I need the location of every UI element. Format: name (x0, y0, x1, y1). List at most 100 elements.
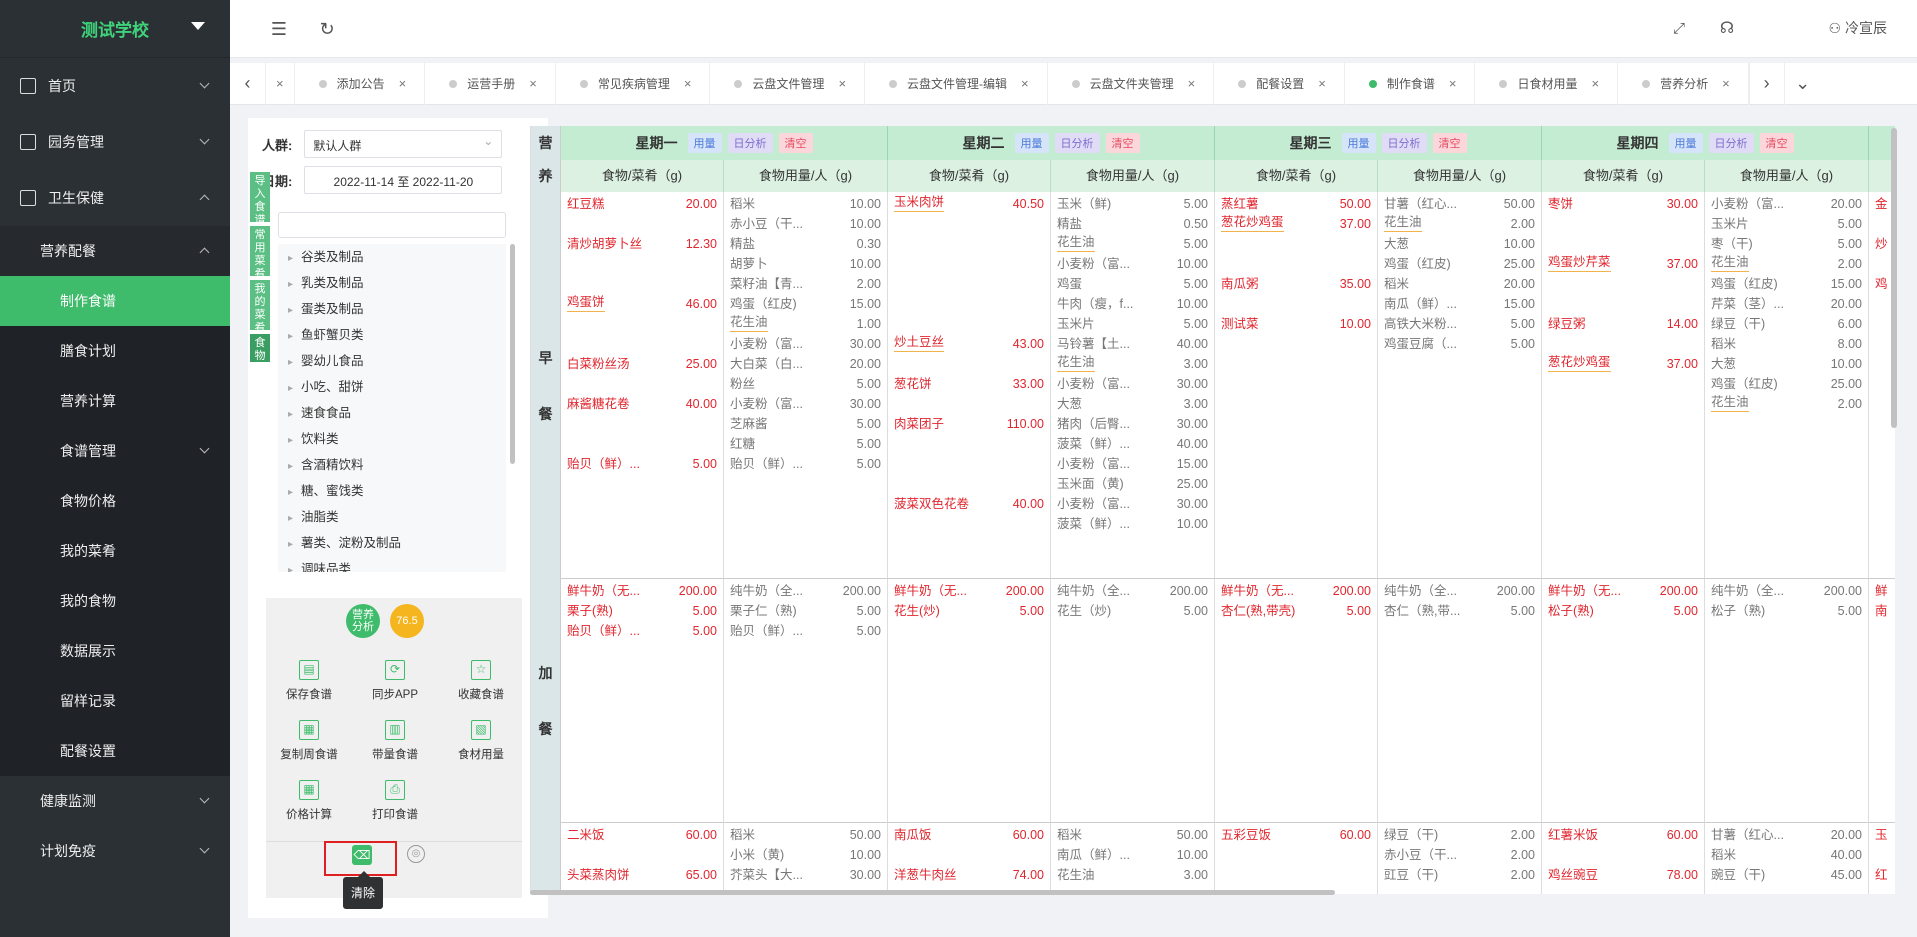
food-line[interactable]: 白菜粉丝汤 25.00 (561, 354, 723, 374)
category-item[interactable]: 含酒精饮料 (278, 452, 506, 478)
food-line[interactable]: 花生油 2.00 (1705, 254, 1868, 274)
sidebar-item-12[interactable]: 留样记录 (0, 676, 230, 726)
close-icon[interactable]: × (1318, 76, 1326, 91)
tab-6[interactable]: 配餐设置 × (1214, 62, 1345, 105)
food-line[interactable]: 花生(炒) 5.00 (888, 601, 1050, 621)
category-item[interactable]: 调味品类 (278, 556, 506, 572)
food-line[interactable]: 鲜牛奶（无... 200.00 (888, 581, 1050, 601)
menu-fold-icon[interactable]: ☰ (270, 20, 288, 38)
sidebar-item-4[interactable]: 制作食谱 (0, 276, 230, 326)
food-line[interactable]: 花生油 2.00 (1378, 214, 1541, 234)
food-line[interactable]: 牛肉（瘦，f... 10.00 (1051, 294, 1214, 314)
action-3[interactable]: ▦ 复制周食谱 (269, 720, 349, 762)
food-line[interactable]: 贻贝（鲜）... 5.00 (724, 621, 887, 641)
food-line[interactable]: 赤小豆（干... 2.00 (1378, 845, 1541, 865)
food-line[interactable]: 纯牛奶（全... 200.00 (1051, 581, 1214, 601)
usage-button[interactable]: 用量 (1014, 133, 1049, 153)
food-line[interactable]: 鲜牛奶（无... 200.00 (561, 581, 723, 601)
food-line[interactable]: 小麦粉（富... 30.00 (1051, 374, 1214, 394)
caret-down-icon[interactable] (191, 22, 205, 30)
food-line[interactable]: 葱花炒鸡蛋 37.00 (1542, 354, 1704, 374)
food-line[interactable]: 栗子(熟) 5.00 (561, 601, 723, 621)
sidebar-item-6[interactable]: 营养计算 (0, 376, 230, 426)
food-line[interactable]: 小麦粉（富... 30.00 (724, 394, 887, 414)
food-line[interactable]: 贻贝（鲜）... 5.00 (561, 454, 723, 474)
food-line[interactable]: 胡萝卜 10.00 (724, 254, 887, 274)
food-line[interactable]: 小麦粉（富... 10.00 (1051, 254, 1214, 274)
close-icon[interactable]: × (1188, 76, 1196, 91)
food-line[interactable]: 纯牛奶（全... 200.00 (1705, 581, 1868, 601)
action-1[interactable]: ⟳ 同步APP (355, 660, 435, 702)
food-line[interactable]: 赤小豆（干... 10.00 (724, 214, 887, 234)
food-line[interactable]: 稻米 8.00 (1705, 334, 1868, 354)
vertical-tab-2[interactable]: 我的菜肴 (250, 280, 270, 334)
tab-hidden-close[interactable]: × (266, 62, 295, 105)
food-line[interactable]: 鸡蛋（红皮) 25.00 (1378, 254, 1541, 274)
tab-7[interactable]: 制作食谱 × (1345, 62, 1476, 105)
food-line[interactable]: 大白菜（白... 20.00 (724, 354, 887, 374)
tab-scroll-left-icon[interactable]: ‹ (230, 62, 266, 105)
food-line[interactable]: 鸡蛋饼 46.00 (561, 294, 723, 314)
usage-button[interactable]: 用量 (1668, 133, 1703, 153)
close-icon[interactable]: × (1722, 76, 1730, 91)
food-line[interactable]: 小麦粉（富... 20.00 (1705, 194, 1868, 214)
food-line[interactable]: 鸡蛋豆腐（... 5.00 (1378, 334, 1541, 354)
food-line[interactable]: 精盐 0.30 (724, 234, 887, 254)
close-icon[interactable]: × (1021, 76, 1029, 91)
food-line[interactable]: 花生油 3.00 (1051, 865, 1214, 885)
sidebar-item-13[interactable]: 配餐设置 (0, 726, 230, 776)
sidebar-item-8[interactable]: 食物价格 (0, 476, 230, 526)
food-line[interactable]: 玉米片 5.00 (1051, 314, 1214, 334)
clear-day-button[interactable]: 清空 (1105, 133, 1140, 153)
sidebar-item-10[interactable]: 我的食物 (0, 576, 230, 626)
food-line[interactable]: 测试菜 10.00 (1215, 314, 1377, 334)
food-line[interactable]: 绿豆粥 14.00 (1542, 314, 1704, 334)
food-line[interactable]: 枣饼 30.00 (1542, 194, 1704, 214)
sidebar-item-3[interactable]: 营养配餐 (0, 226, 230, 276)
food-line[interactable]: 南瓜（鲜）... 10.00 (1051, 845, 1214, 865)
close-icon[interactable]: × (276, 76, 284, 91)
food-line[interactable]: 鸡蛋（红皮) 15.00 (724, 294, 887, 314)
food-line[interactable]: 杏仁(熟,带壳) 5.00 (1215, 601, 1377, 621)
action-2[interactable]: ☆ 收藏食谱 (441, 660, 521, 702)
category-item[interactable]: 油脂类 (278, 504, 506, 530)
tab-dropdown-icon[interactable]: ⌄ (1785, 63, 1821, 105)
food-line[interactable]: 菠菜（鲜）... 10.00 (1051, 514, 1214, 534)
food-line[interactable]: 红豆糕 20.00 (561, 194, 723, 214)
day-analysis-button[interactable]: 日分析 (1708, 133, 1754, 153)
food-line[interactable]: 纯牛奶（全... 200.00 (724, 581, 887, 601)
sidebar-item-0[interactable]: 首页 (0, 58, 230, 114)
food-line[interactable]: 粉丝 5.00 (724, 374, 887, 394)
food-line[interactable]: 绿豆（干) 2.00 (1378, 825, 1541, 845)
food-line[interactable]: 甘薯（红心... 50.00 (1378, 194, 1541, 214)
food-line[interactable]: 绿豆（干) 6.00 (1705, 314, 1868, 334)
category-item[interactable]: 速食食品 (278, 400, 506, 426)
tab-1[interactable]: 运营手册 × (425, 62, 556, 105)
food-line[interactable]: 花生油 1.00 (724, 314, 887, 334)
food-line[interactable]: 甘薯（红心... 20.00 (1705, 825, 1868, 845)
vertical-tab-0[interactable]: 导入食谱 (250, 172, 270, 226)
category-item[interactable]: 薯类、淀粉及制品 (278, 530, 506, 556)
close-icon[interactable]: × (1449, 76, 1457, 91)
food-line[interactable]: 玉米片 5.00 (1705, 214, 1868, 234)
category-item[interactable]: 饮料类 (278, 426, 506, 452)
food-line[interactable]: 小麦粉（富... 30.00 (1051, 494, 1214, 514)
food-line[interactable]: 豇豆（干) 2.00 (1378, 865, 1541, 885)
food-line[interactable]: 花生油 3.00 (1051, 354, 1214, 374)
food-line[interactable]: 头菜蒸肉饼 65.00 (561, 865, 723, 885)
food-line[interactable]: 菠菜双色花卷 40.00 (888, 494, 1050, 514)
category-item[interactable]: 谷类及制品 (278, 244, 506, 270)
food-line[interactable]: 枣（干) 5.00 (1705, 234, 1868, 254)
clear-day-button[interactable]: 清空 (1432, 133, 1467, 153)
settings-icon[interactable]: ◎ (407, 845, 425, 863)
nutrition-analysis-badge[interactable]: 营养 分析 (346, 604, 380, 638)
food-line[interactable]: 稻米 20.00 (1378, 274, 1541, 294)
close-icon[interactable]: × (1591, 76, 1599, 91)
category-item[interactable]: 婴幼儿食品 (278, 348, 506, 374)
food-line[interactable]: 杏仁（熟,带... 5.00 (1378, 601, 1541, 621)
sidebar-item-9[interactable]: 我的菜肴 (0, 526, 230, 576)
date-range-input[interactable]: 2022-11-14 至 2022-11-20 (304, 166, 503, 194)
food-line[interactable]: 红糖 5.00 (724, 434, 887, 454)
sidebar-item-11[interactable]: 数据展示 (0, 626, 230, 676)
food-line[interactable]: 栗子仁（熟) 5.00 (724, 601, 887, 621)
